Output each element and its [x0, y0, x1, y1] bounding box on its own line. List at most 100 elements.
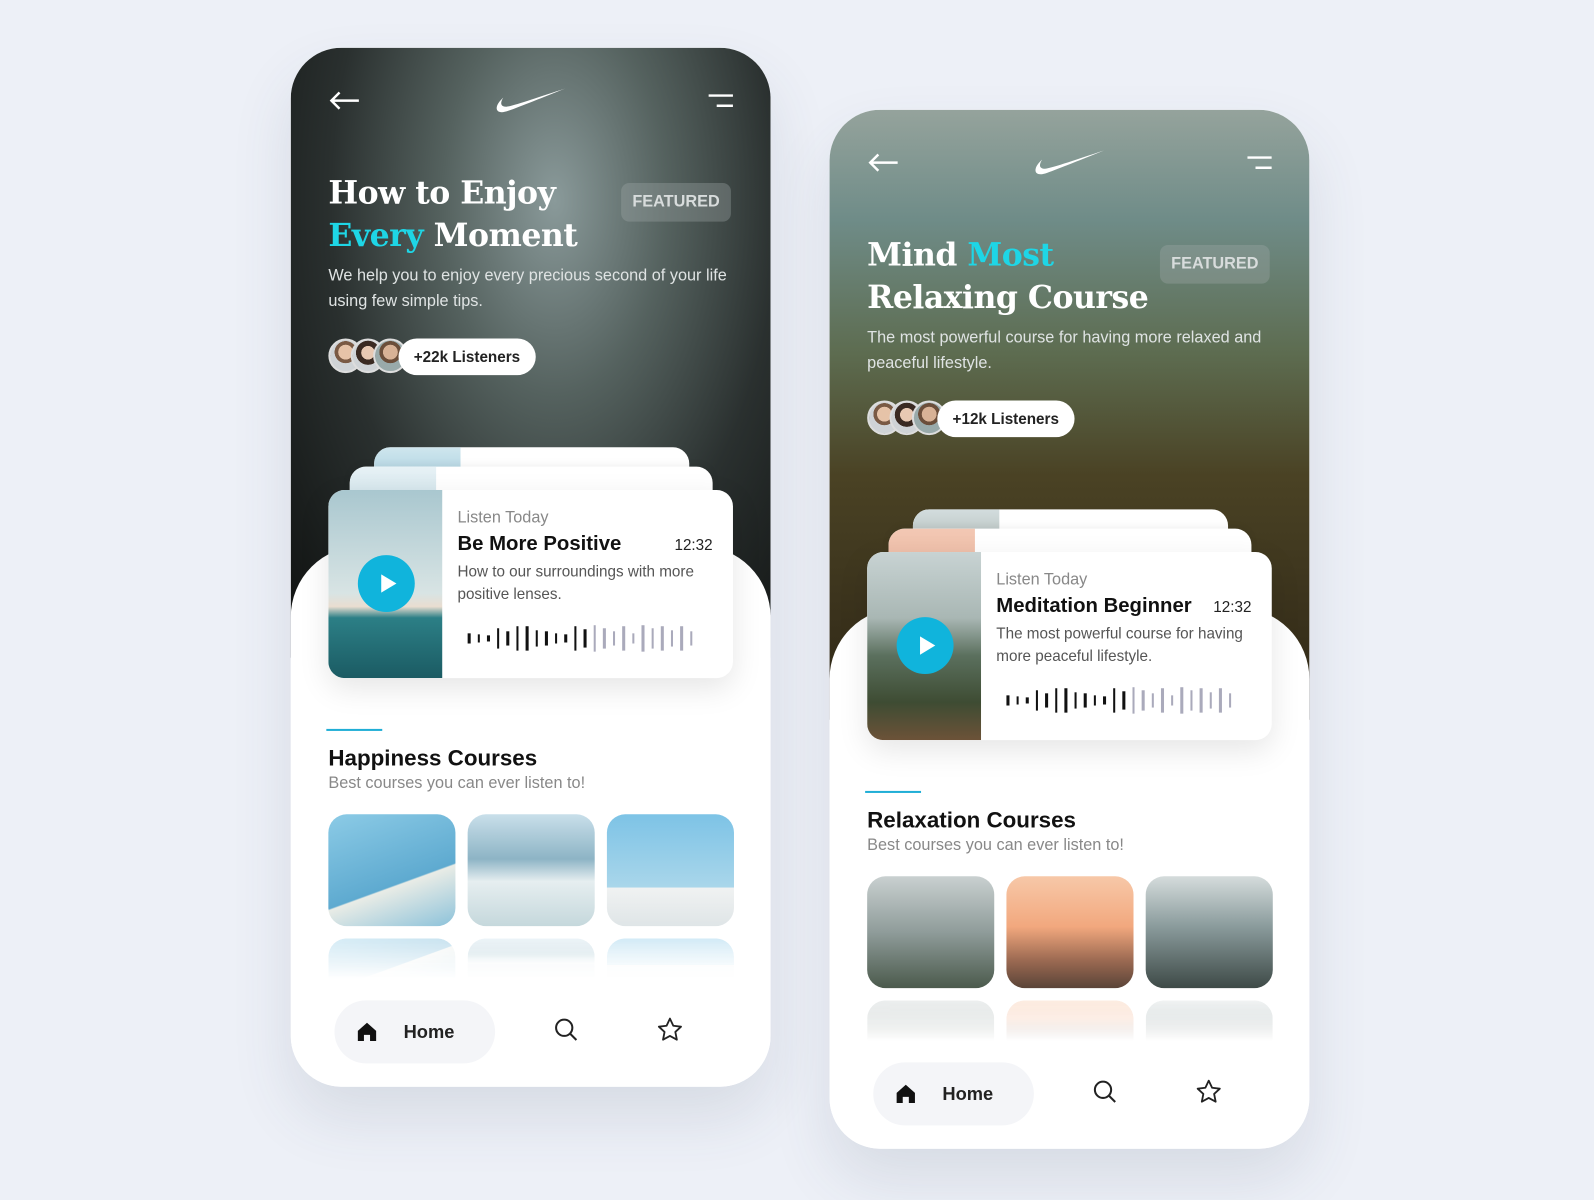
waveform-bar [1035, 690, 1038, 711]
nav-home[interactable]: Home [334, 1000, 496, 1064]
course-thumbnail[interactable] [1006, 1000, 1134, 1041]
waveform-bar [467, 633, 471, 644]
waveform-bar [1199, 688, 1203, 713]
title-highlight: Most [967, 236, 1054, 274]
listeners-pill[interactable]: +12k Listeners [937, 400, 1075, 438]
waveform-bar [1189, 690, 1193, 711]
waveform-bar [1045, 693, 1048, 708]
card-image [867, 552, 982, 741]
play-button[interactable] [357, 555, 415, 612]
waveform-bar [631, 633, 635, 644]
home-icon [357, 1022, 377, 1041]
nav-home-label: Home [942, 1083, 994, 1104]
star-icon[interactable] [1196, 1079, 1222, 1105]
waveform-bar [680, 626, 683, 651]
course-thumbnail[interactable] [1145, 1000, 1273, 1041]
title-text: Mind [867, 236, 968, 274]
waveform-bar [525, 626, 529, 651]
card-duration: 12:32 [674, 536, 713, 555]
course-thumbnail[interactable] [606, 938, 734, 979]
course-thumbnail[interactable] [467, 938, 595, 979]
waveform-bar [612, 631, 616, 646]
section-title: Relaxation Courses [867, 807, 1076, 833]
waveform-bar [1093, 695, 1096, 706]
waveform-bar [496, 628, 500, 649]
waveform-bar [1016, 696, 1019, 705]
nav-home[interactable]: Home [873, 1062, 1034, 1126]
card-description: How to our surroundings with more positi… [457, 563, 694, 603]
listen-today-card[interactable]: Listen Today Meditation Beginner 12:32 T… [867, 552, 1272, 741]
title-text: How to Enjoy [328, 174, 556, 212]
waveform-bar [1228, 693, 1232, 708]
waveform-bar [622, 626, 625, 651]
waveform-bar [670, 630, 673, 647]
course-thumbnail[interactable] [867, 1000, 995, 1041]
waveform-bar [689, 631, 693, 646]
waveform-bar [544, 631, 548, 646]
back-arrow-icon[interactable] [328, 90, 361, 110]
waveform-bar [1180, 687, 1183, 714]
featured-badge: FEATURED [621, 182, 731, 222]
listen-today-card[interactable]: Listen Today Be More Positive 12:32 How … [328, 490, 733, 679]
course-thumbnail[interactable] [1006, 876, 1134, 989]
audio-waveform[interactable] [467, 625, 712, 652]
canvas: How to Enjoy Every Moment FEATURED We hel… [0, 0, 1594, 1200]
waveform-bar [1218, 688, 1222, 713]
card-image [328, 490, 443, 679]
waveform-bar [1160, 688, 1164, 713]
featured-title: How to Enjoy Every Moment [328, 172, 577, 257]
card-duration: 12:32 [1213, 598, 1252, 617]
title-text: Relaxing Course [867, 279, 1149, 317]
back-arrow-icon[interactable] [867, 152, 900, 172]
card-title: Be More Positive [457, 532, 622, 556]
waveform-bar [651, 628, 654, 649]
waveform-bar [602, 628, 606, 649]
waveform-bar [486, 635, 490, 642]
title-highlight: Every [328, 217, 424, 255]
waveform-bar [1170, 695, 1174, 706]
phone-screen-happiness: How to Enjoy Every Moment FEATURED We hel… [290, 47, 771, 1087]
phone-screen-relaxation: Mind Most Relaxing Course FEATURED The mo… [829, 109, 1310, 1149]
waveform-bar [477, 634, 480, 643]
nike-logo-icon [496, 88, 566, 113]
waveform-bar [1112, 688, 1116, 713]
menu-icon[interactable] [1247, 156, 1272, 170]
course-thumbnail[interactable] [328, 814, 456, 927]
waveform-bar [660, 626, 664, 651]
nav-home-label: Home [403, 1021, 455, 1042]
audio-waveform[interactable] [1006, 687, 1250, 714]
course-thumbnail[interactable] [606, 814, 734, 927]
card-title: Meditation Beginner [996, 594, 1192, 618]
home-icon [896, 1084, 915, 1104]
waveform-bar [1122, 691, 1125, 710]
waveform-bar [1209, 692, 1212, 709]
section-subtitle: Best courses you can ever listen to! [328, 774, 586, 792]
waveform-bar [506, 631, 509, 646]
star-icon[interactable] [657, 1017, 683, 1043]
section-divider [326, 728, 383, 731]
listeners-pill[interactable]: +22k Listeners [398, 338, 536, 376]
waveform-bar [1064, 688, 1067, 713]
nike-logo-icon [1035, 150, 1105, 175]
menu-icon[interactable] [708, 94, 733, 108]
listener-avatars [328, 338, 408, 376]
play-button[interactable] [896, 617, 954, 675]
waveform-bar [1103, 696, 1106, 705]
featured-subtitle: We help you to enjoy every precious seco… [328, 267, 727, 311]
section-subtitle: Best courses you can ever listen to! [867, 836, 1124, 854]
waveform-bar [535, 630, 538, 647]
featured-subtitle: The most powerful course for having more… [867, 329, 1262, 373]
waveform-bar [573, 626, 577, 651]
waveform-bar [1131, 687, 1135, 714]
course-thumbnail[interactable] [467, 814, 595, 927]
waveform-bar [1141, 690, 1145, 711]
course-thumbnail[interactable] [867, 876, 995, 989]
card-label: Listen Today [457, 509, 549, 527]
course-thumbnail[interactable] [328, 938, 456, 979]
course-thumbnail[interactable] [1145, 876, 1273, 989]
section-title: Happiness Courses [328, 745, 538, 771]
search-icon[interactable] [1093, 1080, 1117, 1104]
section-divider [865, 790, 922, 793]
search-icon[interactable] [554, 1018, 578, 1042]
waveform-bar [1074, 692, 1077, 709]
